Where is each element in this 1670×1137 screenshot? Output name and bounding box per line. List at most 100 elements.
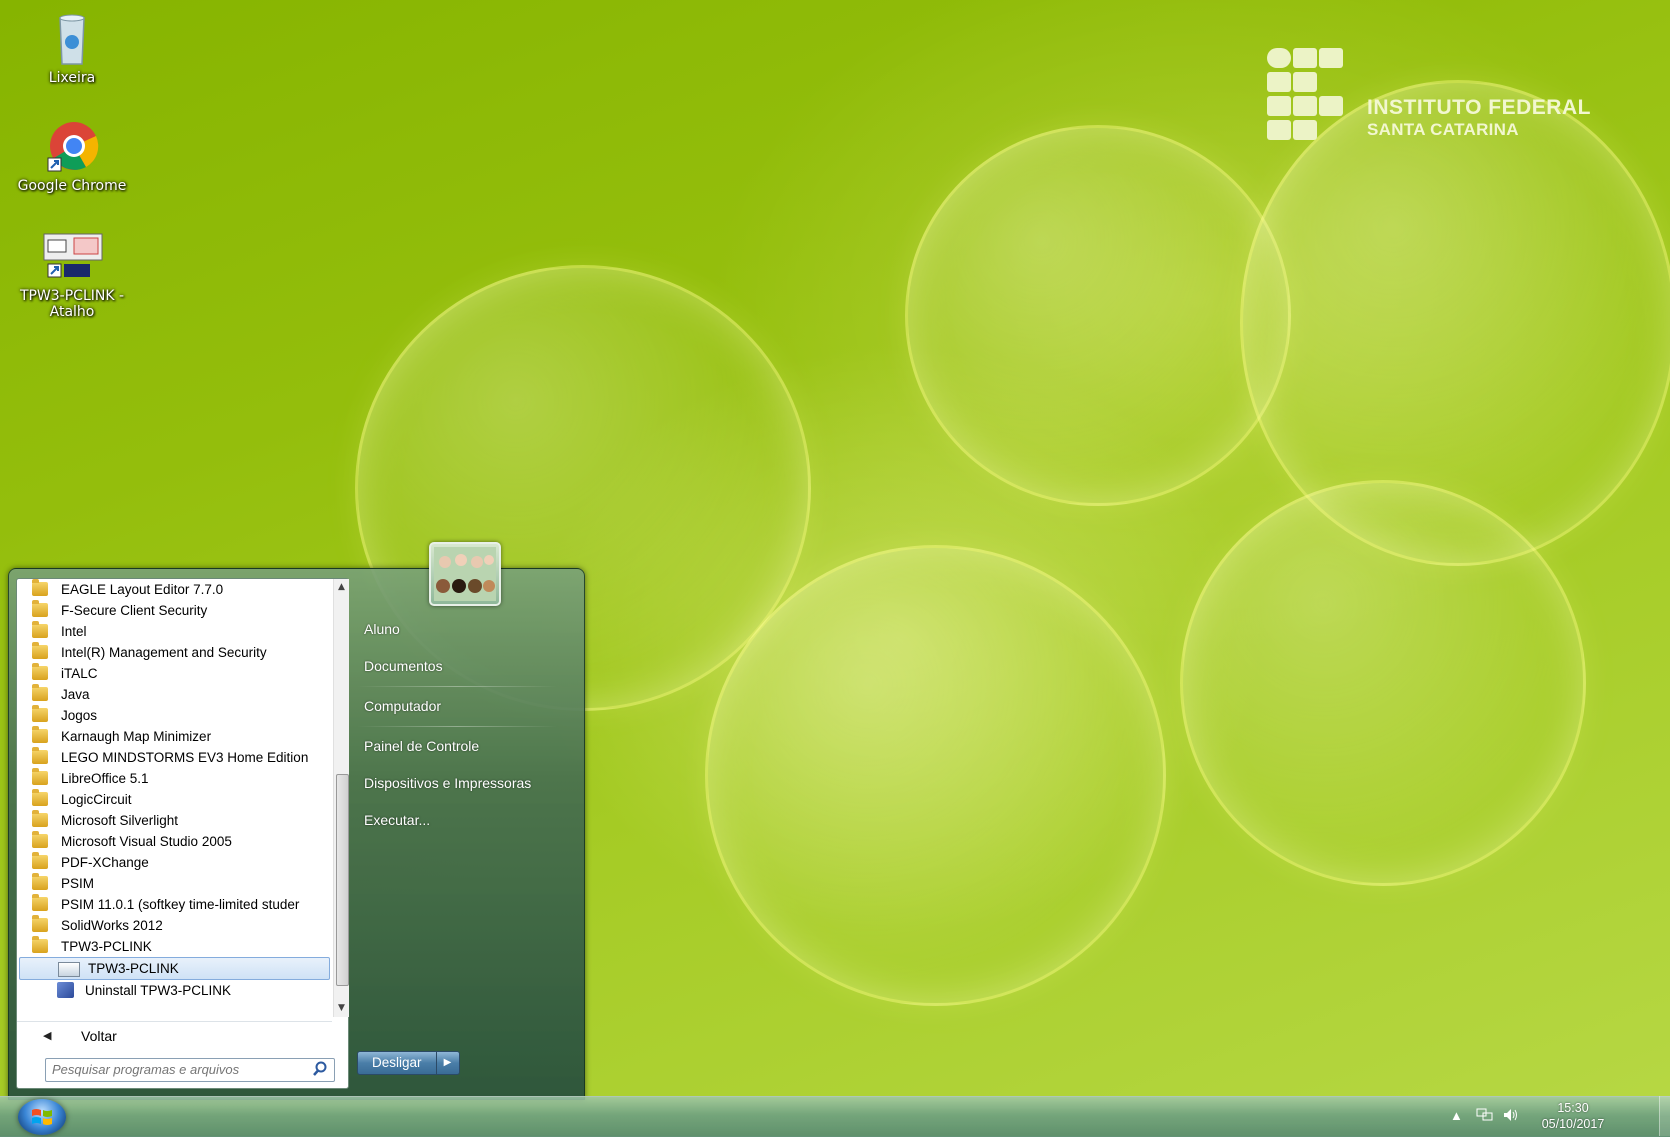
folder-icon bbox=[32, 705, 48, 722]
program-list-item[interactable]: F-Secure Client Security bbox=[17, 600, 332, 621]
folder-icon bbox=[32, 873, 48, 890]
program-label: EAGLE Layout Editor 7.7.0 bbox=[61, 582, 224, 597]
start-menu-right-pane: Aluno Documentos Computador Painel de Co… bbox=[347, 569, 584, 1099]
wallpaper-bubble bbox=[1240, 80, 1670, 566]
folder-icon bbox=[32, 726, 48, 743]
program-list-item[interactable]: LogicCircuit bbox=[17, 789, 332, 810]
tpw3-shortcut-icon bbox=[40, 230, 104, 286]
link-documentos[interactable]: Documentos bbox=[354, 653, 579, 679]
program-list-item[interactable]: PDF-XChange bbox=[17, 852, 332, 873]
program-list-item[interactable]: SolidWorks 2012 bbox=[17, 915, 332, 936]
search-icon[interactable] bbox=[312, 1061, 328, 1077]
back-button[interactable]: ◀ Voltar bbox=[17, 1021, 332, 1050]
desktop-icon-label: Google Chrome bbox=[17, 178, 127, 194]
program-label: PDF-XChange bbox=[61, 855, 149, 870]
program-list-item[interactable]: PSIM 11.0.1 (softkey time-limited studer bbox=[17, 894, 332, 915]
program-list-item[interactable]: Microsoft Visual Studio 2005 bbox=[17, 831, 332, 852]
program-list-item[interactable]: LibreOffice 5.1 bbox=[17, 768, 332, 789]
network-icon[interactable] bbox=[1476, 1108, 1494, 1125]
folder-icon bbox=[32, 810, 48, 827]
folder-icon bbox=[32, 894, 48, 911]
folder-icon bbox=[32, 936, 48, 953]
shutdown-options-arrow-icon[interactable]: ▶ bbox=[436, 1051, 460, 1075]
folder-icon bbox=[32, 600, 48, 617]
program-list-item[interactable]: Java bbox=[17, 684, 332, 705]
program-label: TPW3-PCLINK bbox=[61, 939, 152, 954]
show-desktop-button[interactable] bbox=[1659, 1096, 1670, 1136]
logo-line-1: INSTITUTO FEDERAL bbox=[1367, 96, 1591, 119]
separator bbox=[357, 686, 557, 687]
program-list-item[interactable]: Karnaugh Map Minimizer bbox=[17, 726, 332, 747]
wallpaper-bubble bbox=[705, 545, 1166, 1006]
shutdown-button[interactable]: Desligar bbox=[357, 1051, 437, 1075]
volume-icon[interactable] bbox=[1502, 1108, 1520, 1125]
link-dispositivos-e-impressoras[interactable]: Dispositivos e Impressoras bbox=[354, 770, 579, 796]
logo-line-2: SANTA CATARINA bbox=[1367, 120, 1519, 139]
program-list: EAGLE Layout Editor 7.7.0 F-Secure Client… bbox=[17, 579, 332, 1017]
program-label: iTALC bbox=[61, 666, 98, 681]
program-list-item[interactable]: Microsoft Silverlight bbox=[17, 810, 332, 831]
program-list-item[interactable]: TPW3-PCLINK bbox=[17, 936, 332, 957]
program-label: PSIM 11.0.1 (softkey time-limited studer bbox=[61, 897, 300, 912]
folder-icon bbox=[32, 684, 48, 701]
program-label: Jogos bbox=[61, 708, 98, 723]
desktop-icon-google-chrome[interactable]: Google Chrome bbox=[17, 120, 127, 194]
program-label: Java bbox=[61, 687, 90, 702]
program-list-item[interactable]: iTALC bbox=[17, 663, 332, 684]
desktop-icon-recycle-bin[interactable]: Lixeira bbox=[17, 12, 127, 86]
program-list-item[interactable]: Intel(R) Management and Security bbox=[17, 642, 332, 663]
program-label: PSIM bbox=[61, 876, 95, 891]
link-painel-de-controle[interactable]: Painel de Controle bbox=[354, 733, 579, 759]
link-computador[interactable]: Computador bbox=[354, 693, 579, 719]
program-label: F-Secure Client Security bbox=[61, 603, 208, 618]
folder-icon bbox=[32, 915, 48, 932]
start-button[interactable] bbox=[18, 1099, 66, 1135]
program-label: Microsoft Visual Studio 2005 bbox=[61, 834, 232, 849]
program-label: SolidWorks 2012 bbox=[61, 918, 163, 933]
program-list-item[interactable]: Intel bbox=[17, 621, 332, 642]
folder-icon bbox=[32, 768, 48, 785]
desktop-icon-label: Lixeira bbox=[48, 70, 96, 86]
program-list-item[interactable]: TPW3-PCLINK bbox=[19, 957, 330, 980]
program-label: Intel(R) Management and Security bbox=[61, 645, 267, 660]
desktop-icon-tpw3-shortcut[interactable]: TPW3-PCLINK - Atalho bbox=[17, 230, 127, 320]
clock-date: 05/10/2017 bbox=[1541, 1117, 1605, 1131]
link-aluno[interactable]: Aluno bbox=[354, 616, 579, 642]
installer-icon bbox=[57, 982, 74, 998]
chrome-icon bbox=[40, 120, 104, 176]
recycle-bin-icon bbox=[40, 12, 104, 68]
user-avatar[interactable] bbox=[429, 542, 501, 606]
link-executar[interactable]: Executar... bbox=[354, 807, 579, 833]
back-label: Voltar bbox=[81, 1028, 117, 1044]
program-list-item[interactable]: Jogos bbox=[17, 705, 332, 726]
program-list-item[interactable]: LEGO MINDSTORMS EV3 Home Edition bbox=[17, 747, 332, 768]
program-list-item[interactable]: Uninstall TPW3-PCLINK bbox=[17, 980, 332, 1001]
program-list-item[interactable]: EAGLE Layout Editor 7.7.0 bbox=[17, 579, 332, 600]
program-label: Karnaugh Map Minimizer bbox=[61, 729, 212, 744]
search-input[interactable] bbox=[46, 1059, 302, 1080]
program-list-item[interactable]: PSIM bbox=[17, 873, 332, 894]
folder-icon bbox=[32, 747, 48, 764]
program-label: LEGO MINDSTORMS EV3 Home Edition bbox=[61, 750, 309, 765]
start-menu: EAGLE Layout Editor 7.7.0 F-Secure Client… bbox=[8, 568, 585, 1100]
shutdown-control: Desligar ▶ bbox=[357, 1051, 460, 1075]
desktop-icon-label: TPW3-PCLINK - Atalho bbox=[19, 288, 125, 320]
folder-icon bbox=[32, 831, 48, 848]
system-tray: ▲ 15:30 05/10/2017 bbox=[1440, 1096, 1660, 1136]
ifsc-logo-text: INSTITUTO FEDERAL SANTA CATARINA bbox=[1367, 96, 1591, 140]
program-label: Uninstall TPW3-PCLINK bbox=[85, 983, 232, 998]
back-arrow-icon: ◀ bbox=[43, 1030, 52, 1042]
folder-icon bbox=[32, 642, 48, 659]
show-hidden-icons-icon[interactable]: ▲ bbox=[1450, 1108, 1463, 1123]
program-label: TPW3-PCLINK bbox=[88, 961, 179, 976]
programs-pane: EAGLE Layout Editor 7.7.0 F-Secure Client… bbox=[16, 578, 349, 1089]
folder-icon bbox=[32, 663, 48, 680]
program-label: Microsoft Silverlight bbox=[61, 813, 179, 828]
folder-icon bbox=[32, 579, 48, 596]
taskbar-clock[interactable]: 15:30 05/10/2017 bbox=[1528, 1100, 1618, 1132]
windows-flag-icon bbox=[32, 1109, 52, 1125]
program-label: LogicCircuit bbox=[61, 792, 132, 807]
search-box[interactable] bbox=[45, 1058, 335, 1082]
folder-icon bbox=[32, 789, 48, 806]
program-label: Intel bbox=[61, 624, 87, 639]
